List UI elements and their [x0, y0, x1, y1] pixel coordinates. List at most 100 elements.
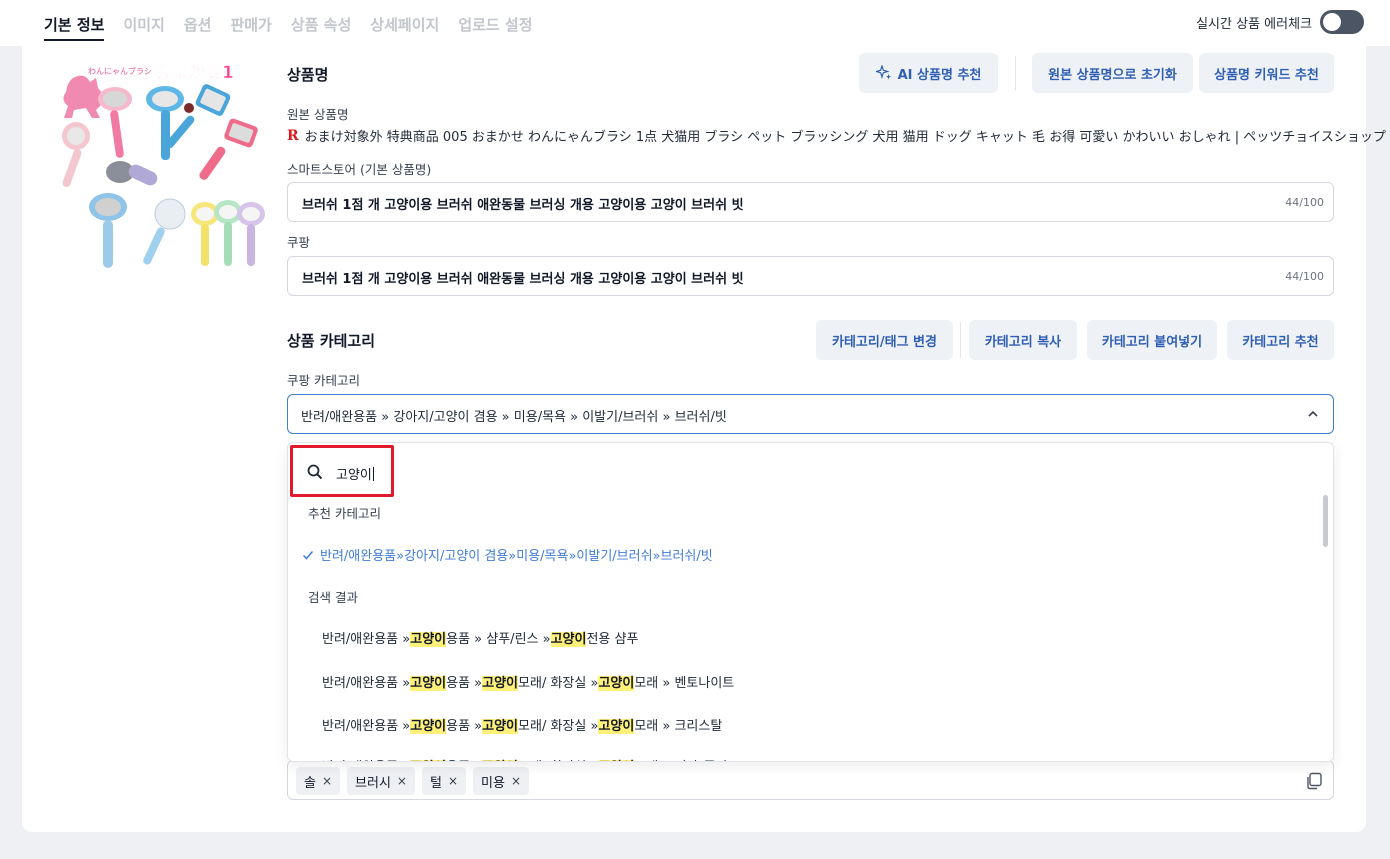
search-match-highlight: 고양이 — [550, 632, 587, 647]
tag-remove-icon[interactable]: × — [322, 774, 332, 788]
banner-small-text: わんにゃんブラシ — [88, 66, 152, 76]
category-copy-button[interactable]: 카테고리 복사 — [969, 320, 1077, 360]
check-icon — [302, 550, 314, 560]
decor-dot — [184, 103, 194, 113]
search-query: 고양이 — [336, 468, 372, 483]
tab-bar: 기본 정보 이미지 옵션 판매가 상품 속성 상세페이지 업로드 설정 — [44, 14, 533, 41]
result-text: 반려/애완용품 » — [322, 632, 411, 647]
tag-remove-icon[interactable]: × — [511, 774, 521, 788]
search-result-item[interactable]: 반려/애완용품 »고양이용품 »고양이모래/ 화장실 »고양이모래 » 크리스탈 — [322, 715, 722, 734]
tab-options[interactable]: 옵션 — [184, 14, 212, 41]
result-text: 모래/ 화장실 » — [518, 676, 599, 691]
copy-icon[interactable] — [1305, 772, 1323, 790]
coupang-category-label: 쿠팡 카테고리 — [287, 373, 360, 388]
result-text: 모래 » 크리스탈 — [634, 719, 723, 734]
category-dropdown: 고양이 추천 카테고리 반려/애완용품»강아지/고양이 겸용»미용/목욕»이발기… — [287, 442, 1334, 762]
coupang-category-select[interactable]: 반려/애완용품 » 강아지/고양이 겸용 » 미용/목욕 » 이발기/브러쉬 »… — [287, 394, 1334, 434]
search-match-highlight: 고양이 — [410, 760, 447, 761]
search-result-item[interactable]: 반려/애완용품 »고양이용품 »고양이모래/ 화장실 »고양이모래 » 벤토나이… — [322, 672, 734, 691]
tag-remove-icon[interactable]: × — [448, 774, 458, 788]
tab-basic-info[interactable]: 기본 정보 — [44, 14, 105, 41]
category-tag-change-button[interactable]: 카테고리/태그 변경 — [816, 320, 953, 360]
handle — [199, 146, 226, 180]
result-text: 반려/애완용품 » — [322, 676, 411, 691]
tab-attributes[interactable]: 상품 속성 — [291, 14, 351, 41]
tab-price[interactable]: 판매가 — [230, 14, 271, 41]
tag-field[interactable]: 솔 × 브러시 × 털 × 미용 × — [287, 760, 1334, 800]
bristles — [67, 127, 85, 145]
ai-product-name-label: AI 상품명 추천 — [897, 67, 982, 83]
smartstore-char-count: 44/100 — [1285, 196, 1324, 209]
search-icon — [307, 464, 323, 480]
realtime-check: 실시간 상품 에러체크 — [1196, 10, 1364, 34]
result-text: 용품 » — [446, 760, 482, 761]
search-result-item[interactable]: 반려/애완용품 »고양이용품 » 샴푸/린스 »고양이전용 샴푸 — [322, 628, 638, 647]
tag-chip: 털 × — [421, 767, 467, 795]
smartstore-name-field[interactable]: 브러쉬 1점 개 고양이용 브러쉬 애완동물 브러싱 개용 고양이용 고양이 브… — [287, 182, 1334, 222]
tag-chip: 미용 × — [473, 767, 529, 795]
smartstore-name-label: 스마트스토어 (기본 상품명) — [287, 162, 432, 177]
original-name-row: R おまけ対象外 特典商品 005 おまかせ わんにゃんブラシ 1点 犬猫用 ブ… — [287, 126, 1386, 146]
banner-large-text: おまかせ1点 — [154, 62, 251, 83]
original-name-value: おまけ対象外 特典商品 005 おまかせ わんにゃんブラシ 1点 犬猫用 ブラシ… — [304, 130, 1386, 145]
realtime-check-label: 실시간 상품 에러체크 — [1196, 16, 1312, 32]
search-match-highlight: 고양이 — [482, 760, 519, 761]
result-text: 용품 » 샴푸/린스 » — [446, 632, 551, 647]
tag-remove-icon[interactable]: × — [397, 774, 407, 788]
bristles — [242, 207, 260, 221]
product-image: わんにゃんブラシ おまかせ1点 — [62, 62, 265, 268]
search-input-value: 고양이 — [336, 464, 374, 483]
bristles — [196, 207, 214, 221]
brush-white-cat — [154, 198, 186, 230]
result-text: 모래/ 화장실 » — [518, 719, 599, 734]
handle — [201, 224, 209, 266]
ai-product-name-button[interactable]: AI 상품명 추천 — [859, 53, 998, 93]
result-text: 용품 » — [446, 719, 483, 734]
selected-category-value: 반려/애완용품 » 강아지/고양이 겸용 » 미용/목욕 » 이발기/브러쉬 »… — [301, 410, 727, 425]
results-heading: 검색 결과 — [308, 590, 358, 605]
tab-images[interactable]: 이미지 — [123, 14, 164, 41]
recommended-category-label: 반려/애완용품»강아지/고양이 겸용»미용/목욕»이발기/브러쉬»브러쉬/빗 — [320, 549, 713, 564]
tag-list: 솔 × 브러시 × 털 × 미용 × — [296, 767, 529, 795]
result-text: 모래 » 벤토나이트 — [634, 676, 735, 691]
search-result-item[interactable]: 반려/애완용품 »고양이용품 »고양이모래/ 화장실 »고양이모래 » 기타(종… — [322, 756, 732, 761]
handle — [103, 220, 113, 268]
handle — [224, 222, 232, 266]
search-match-highlight: 고양이 — [410, 676, 447, 691]
tag-label: 털 — [429, 775, 442, 791]
realtime-check-toggle[interactable] — [1320, 10, 1364, 34]
handle — [62, 148, 82, 188]
result-text: 용품 » — [446, 676, 483, 691]
handle — [247, 224, 255, 266]
dropdown-scrollbar[interactable] — [1323, 495, 1328, 547]
smartstore-name-value: 브러쉬 1점 개 고양이용 브러쉬 애완동물 브러싱 개용 고양이용 고양이 브… — [302, 198, 744, 213]
divider — [1015, 56, 1016, 90]
recommended-category-item[interactable]: 반려/애완용품»강아지/고양이 겸용»미용/목욕»이발기/브러쉬»브러쉬/빗 — [302, 545, 713, 564]
tag-chip: 브러시 × — [347, 767, 415, 795]
tag-label: 브러시 — [355, 775, 391, 791]
pet-silhouette-icon — [63, 75, 103, 118]
result-text: 모래 » 기타(종이) — [634, 760, 732, 761]
search-match-highlight: 고양이 — [482, 719, 519, 734]
chevron-up-icon — [1308, 410, 1318, 417]
tab-detail-page[interactable]: 상세페이지 — [370, 14, 439, 41]
handle — [143, 227, 165, 265]
text-caret — [372, 467, 374, 481]
search-match-highlight: 고양이 — [482, 676, 519, 691]
category-recommend-button[interactable]: 카테고리 추천 — [1227, 320, 1334, 360]
coupang-name-value: 브러쉬 1점 개 고양이용 브러쉬 애완동물 브러싱 개용 고양이용 고양이 브… — [302, 272, 744, 287]
reset-product-name-button[interactable]: 원본 상품명으로 초기화 — [1032, 53, 1193, 93]
tab-upload-settings[interactable]: 업로드 설정 — [458, 14, 532, 41]
top-bar: 기본 정보 이미지 옵션 판매가 상품 속성 상세페이지 업로드 설정 실시간 … — [0, 0, 1390, 46]
search-match-highlight: 고양이 — [410, 719, 447, 734]
coupang-name-field[interactable]: 브러쉬 1점 개 고양이용 브러쉬 애완동물 브러싱 개용 고양이용 고양이 브… — [287, 256, 1334, 296]
bristles — [219, 205, 237, 219]
coupang-name-label: 쿠팡 — [287, 235, 311, 250]
search-match-highlight: 고양이 — [598, 719, 635, 734]
category-search-input[interactable]: 고양이 — [290, 445, 394, 497]
keyword-recommend-button[interactable]: 상품명 키워드 추천 — [1199, 53, 1334, 93]
bristles — [152, 91, 178, 107]
category-paste-button[interactable]: 카테고리 붙여넣기 — [1087, 320, 1217, 360]
search-match-highlight: 고양이 — [598, 760, 635, 761]
toggle-knob — [1323, 13, 1341, 31]
